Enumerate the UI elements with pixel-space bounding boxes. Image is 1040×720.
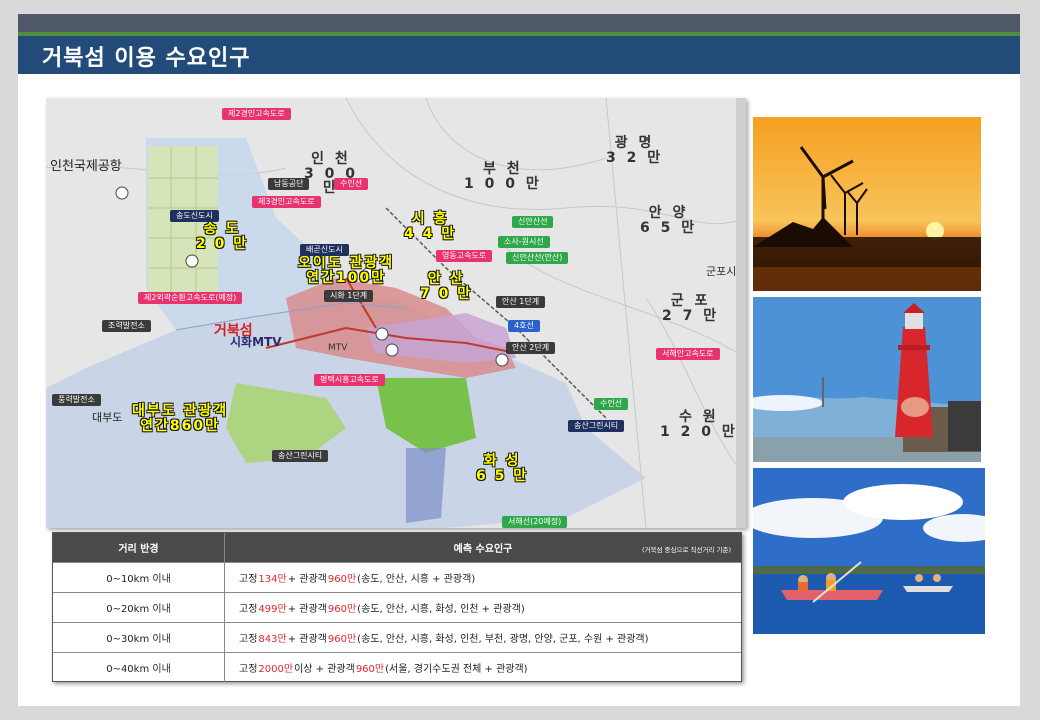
tag-tidal2: 풍력발전소	[52, 394, 101, 407]
header-note: (거북섬 중심으로 직선거리 기준)	[641, 546, 731, 554]
highlight-hwaseong: 화 성 6 5 만	[476, 453, 529, 484]
page-title: 거북섬 이용 수요인구	[42, 46, 251, 71]
tag-suin2: 수인선	[594, 398, 629, 411]
tag-ansan1: 안산 1단계	[496, 296, 546, 309]
tag-line4: 4호선	[508, 320, 540, 333]
photo-red-lighthouse	[753, 297, 981, 462]
tag-youngdong: 영동고속도로	[436, 250, 493, 263]
title-bar: 거북섬 이용 수요인구	[18, 36, 1020, 74]
mtv-small-label: MTV	[328, 343, 348, 353]
tag-namdong: 남동공단	[268, 178, 310, 191]
tag-road3: 제3경인고속도로	[252, 196, 321, 209]
tag-tidal: 조력발전소	[102, 320, 151, 333]
tag-songsan2: 송산그린시티	[272, 450, 329, 463]
slide: 거북섬 이용 수요인구 인천국제공항 인 천 3 0 0 만 부 천 1 0 0…	[18, 14, 1020, 706]
sihwa-mtv-label: 시화MTV	[230, 335, 282, 349]
city-gunpo-station: 군포시	[706, 265, 737, 278]
table-row: 0~40km 이내 고정 2000만 이상 + 관광객 960만 (서울, 경기…	[53, 653, 741, 682]
highlight-songdo: 송 도 2 0 만	[196, 221, 249, 252]
tag-seohae2: 서해선(20예정)	[502, 516, 568, 528]
demand-table: 거리 반경 예측 수요인구 (거북섬 중심으로 직선거리 기준) 0~10km …	[52, 532, 742, 682]
airport-label: 인천국제공항	[50, 159, 122, 174]
highlight-ansan: 안 산 7 0 만	[420, 271, 473, 302]
tag-sinansan2: 신안산선(안산)	[506, 252, 569, 265]
row-demand: 고정 843만 + 관광객 960만 (송도, 안산, 시흥, 화성, 인천, …	[239, 634, 649, 645]
highlight-siheung: 시 흥 4 4 만	[404, 211, 457, 242]
tag-ansan2: 안산 2단계	[506, 342, 556, 355]
tag-sihwa1: 시화 1단계	[324, 290, 374, 303]
city-suwon: 수 원 1 2 0 만	[660, 409, 738, 440]
row-demand: 고정 2000만 이상 + 관광객 960만 (서울, 경기수도권 전체 + 관…	[239, 664, 528, 675]
row-range: 0~30km 이내	[53, 623, 225, 652]
daebudo-label: 대부도	[92, 411, 123, 424]
tag-sosa: 소사-원시선	[498, 236, 550, 249]
row-range: 0~20km 이내	[53, 593, 225, 622]
photo-kayaking	[753, 468, 985, 634]
city-gwangmyeong: 광 명 3 2 만	[606, 135, 664, 166]
highlight-daebudo: 대부도 관광객 연간860만	[132, 403, 229, 434]
top-bar	[18, 14, 1020, 32]
row-range: 0~40km 이내	[53, 653, 225, 682]
row-demand: 고정 134만 + 관광객 960만 (송도, 안산, 시흥 + 관광객)	[239, 574, 476, 585]
tag-sinansan: 신안산선	[512, 216, 554, 229]
table-row: 0~10km 이내 고정 134만 + 관광객 960만 (송도, 안산, 시흥…	[53, 563, 741, 593]
tag-baegot: 배곧신도시	[300, 244, 349, 257]
tag-suin: 수인선	[334, 178, 369, 191]
tag-seohae: 서해안고속도로	[656, 348, 720, 361]
tag-road2-west: 제2외곽순환고속도로(예정)	[138, 292, 243, 305]
header-range: 거리 반경	[53, 533, 225, 562]
photo-windmill-sunset	[753, 117, 981, 291]
highlight-oido: 오이도 관광객 연간100만	[298, 255, 395, 286]
table-row: 0~30km 이내 고정 843만 + 관광객 960만 (송도, 안산, 시흥…	[53, 623, 741, 653]
tag-songdo-new: 송도신도시	[170, 210, 219, 223]
city-bucheon: 부 천 1 0 0 만	[464, 161, 542, 192]
row-range: 0~10km 이내	[53, 563, 225, 592]
table-header: 거리 반경 예측 수요인구 (거북섬 중심으로 직선거리 기준)	[53, 533, 741, 563]
tag-road2: 제2경인고속도로	[222, 108, 291, 121]
city-anyang: 안 양 6 5 만	[640, 205, 698, 236]
tag-pyeongtaek: 평택시흥고속도로	[314, 374, 385, 387]
city-gunpo: 군 포 2 7 만	[662, 293, 720, 324]
table-row: 0~20km 이내 고정 499만 + 관광객 960만 (송도, 안산, 시흥…	[53, 593, 741, 623]
region-map: 인천국제공항 인 천 3 0 0 만 부 천 1 0 0 만 광 명 3 2 만…	[46, 98, 746, 528]
tag-songsan: 송산그린시티	[568, 420, 625, 433]
row-demand: 고정 499만 + 관광객 960만 (송도, 안산, 시흥, 화성, 인천 +…	[239, 604, 525, 615]
